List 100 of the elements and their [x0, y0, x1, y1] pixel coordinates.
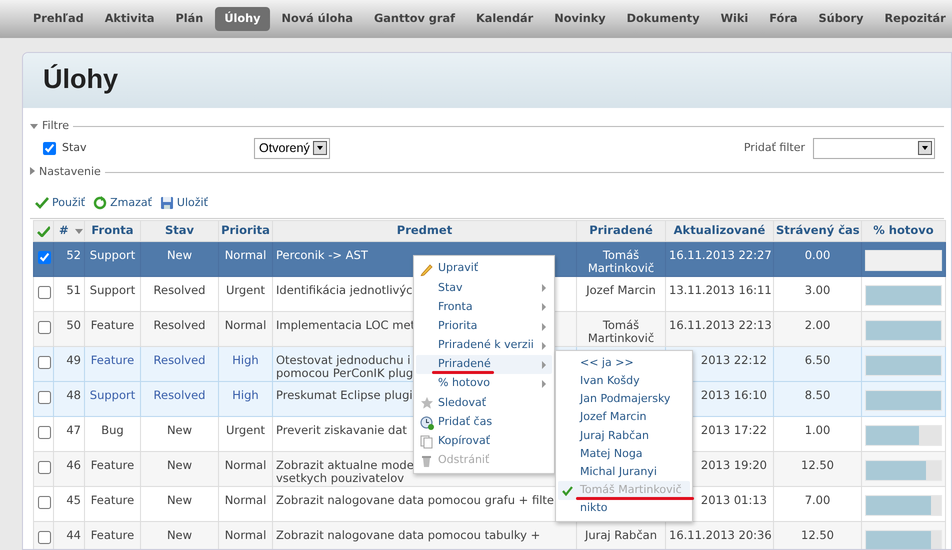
- updated-text: 2013 22:12: [700, 354, 767, 367]
- caret-icon: [918, 141, 932, 155]
- menu-item[interactable]: Kopírovať: [416, 432, 552, 451]
- menu-item[interactable]: Upraviť: [416, 259, 552, 278]
- tracker-text: Support: [90, 389, 136, 402]
- filters-legend[interactable]: Filtre: [42, 118, 70, 134]
- row-checkbox[interactable]: [38, 251, 51, 264]
- subject-text: Perconik -> AST: [276, 249, 368, 262]
- filter-checkbox[interactable]: [43, 142, 56, 154]
- row-checkbox[interactable]: [38, 426, 51, 439]
- trash-icon: [420, 454, 434, 468]
- apply-link[interactable]: Použiť: [35, 194, 86, 212]
- menu-item[interactable]: Jan Podmajersky: [558, 390, 690, 409]
- add-filter-label: Pridať filter: [744, 140, 805, 156]
- updated-text: 2013 17:22: [700, 424, 767, 437]
- menu-item[interactable]: Priradené k verzii: [416, 336, 552, 355]
- clear-link[interactable]: Zmazať: [93, 194, 152, 212]
- subject-text: Otestovat jednoduchu i pomocou PerConIK plug: [276, 354, 414, 380]
- status-text: New: [166, 529, 192, 542]
- menu-item[interactable]: Priorita: [416, 316, 552, 336]
- issue-number: 49: [66, 354, 81, 367]
- caret-icon: [313, 141, 327, 155]
- row-checkbox[interactable]: [38, 321, 51, 334]
- subject-text: Zobrazit nalogovane data pomocou grafu + filte: [276, 494, 554, 507]
- add-filter-select[interactable]: [813, 138, 935, 158]
- menu-item[interactable]: Pridať čas: [416, 412, 552, 432]
- nav-tab[interactable]: Nová úloha: [272, 6, 362, 32]
- nav-tab[interactable]: Wiki: [712, 6, 758, 32]
- issue-number: 50: [66, 319, 81, 332]
- column-header[interactable]: Predmet: [396, 223, 452, 238]
- updated-text: 16.11.2013 22:27: [669, 249, 772, 262]
- status-text: Resolved: [154, 354, 206, 367]
- status-select[interactable]: Otvorený: [254, 138, 330, 158]
- nav-tab[interactable]: Súbory: [810, 6, 872, 32]
- nav-tab[interactable]: Úlohy: [215, 6, 270, 32]
- nav-tab[interactable]: Repozitár: [875, 6, 952, 32]
- check-icon: [35, 196, 49, 210]
- menu-item[interactable]: << ja >>: [558, 354, 690, 372]
- menu-item[interactable]: Jozef Marcin: [558, 408, 690, 427]
- menu-item[interactable]: % hotovo: [416, 374, 552, 394]
- priority-text: Urgent: [226, 424, 266, 437]
- spent-time: 3.00: [804, 284, 830, 297]
- subject-text: Identifikácia jednotlivýc: [276, 284, 412, 297]
- priority-text: Normal: [224, 529, 266, 542]
- pencil-icon: [420, 262, 434, 276]
- nav-tab[interactable]: Prehľad: [24, 6, 93, 32]
- menu-item[interactable]: Priradené: [416, 354, 552, 374]
- row-checkbox[interactable]: [38, 286, 51, 299]
- subject-text: Preskumat Eclipse plugi: [276, 389, 413, 402]
- menu-item[interactable]: Juraj Rabčan: [558, 426, 690, 445]
- save-link[interactable]: Uložiť: [160, 194, 208, 212]
- menu-item[interactable]: Stav: [416, 278, 552, 298]
- nav-tab[interactable]: Novinky: [545, 6, 615, 32]
- tracker-text: Feature: [90, 529, 134, 542]
- toggle-icon[interactable]: [30, 124, 38, 129]
- filter-label: Stav: [62, 140, 88, 156]
- nav-tab[interactable]: Dokumenty: [618, 6, 709, 32]
- tracker-text: Support: [90, 249, 136, 262]
- nav-tab[interactable]: Kalendár: [467, 6, 542, 32]
- menu-item[interactable]: Ivan Košdy: [558, 372, 690, 390]
- menu-item[interactable]: Sledovať: [416, 393, 552, 412]
- nav-tab[interactable]: Plán: [166, 6, 212, 32]
- status-text: Resolved: [154, 319, 206, 332]
- refresh-icon: [93, 196, 108, 210]
- nav-tab[interactable]: Ganttov graf: [365, 6, 464, 32]
- status-text: New: [166, 249, 192, 262]
- priority-text: High: [232, 389, 259, 402]
- submenu-arrow-icon: [542, 360, 546, 369]
- menu-item[interactable]: Matej Noga: [558, 444, 690, 464]
- issue-number: 51: [66, 284, 81, 297]
- row-checkbox[interactable]: [38, 356, 51, 369]
- nav-tab[interactable]: Aktivita: [96, 6, 164, 32]
- status-text: Resolved: [154, 389, 206, 402]
- star-icon: [420, 396, 434, 410]
- toggle-icon[interactable]: [30, 166, 35, 175]
- issue-number: 52: [66, 249, 81, 262]
- status-text: New: [166, 494, 192, 507]
- menu-item[interactable]: Fronta: [416, 297, 552, 317]
- options-legend[interactable]: Nastavenie: [39, 164, 101, 180]
- spent-time: 7.00: [804, 494, 830, 507]
- issue-number: 45: [66, 494, 81, 507]
- submenu-arrow-icon: [542, 342, 546, 350]
- tracker-text: Feature: [90, 494, 134, 507]
- updated-text: 16.11.2013 22:13: [669, 319, 772, 332]
- row-checkbox[interactable]: [38, 531, 51, 544]
- menu-item[interactable]: Michal Juranyi: [558, 463, 690, 482]
- issue-number: 46: [66, 459, 81, 472]
- row-checkbox[interactable]: [38, 461, 51, 474]
- nav-tab[interactable]: Fóra: [760, 6, 807, 32]
- priority-text: Normal: [224, 319, 266, 332]
- submenu-arrow-icon: [542, 322, 546, 331]
- row-checkbox[interactable]: [38, 391, 51, 404]
- spent-time: 1.00: [804, 424, 830, 437]
- assignee-text: Juraj Rabčan: [584, 529, 658, 542]
- row-checkbox[interactable]: [38, 496, 51, 509]
- updated-text: 2013 01:13: [700, 494, 767, 507]
- updated-text: 2013 16:10: [700, 389, 767, 402]
- menu-item[interactable]: nikto: [558, 500, 690, 518]
- status-text: New: [166, 424, 192, 437]
- page-title: Úlohy: [43, 63, 120, 96]
